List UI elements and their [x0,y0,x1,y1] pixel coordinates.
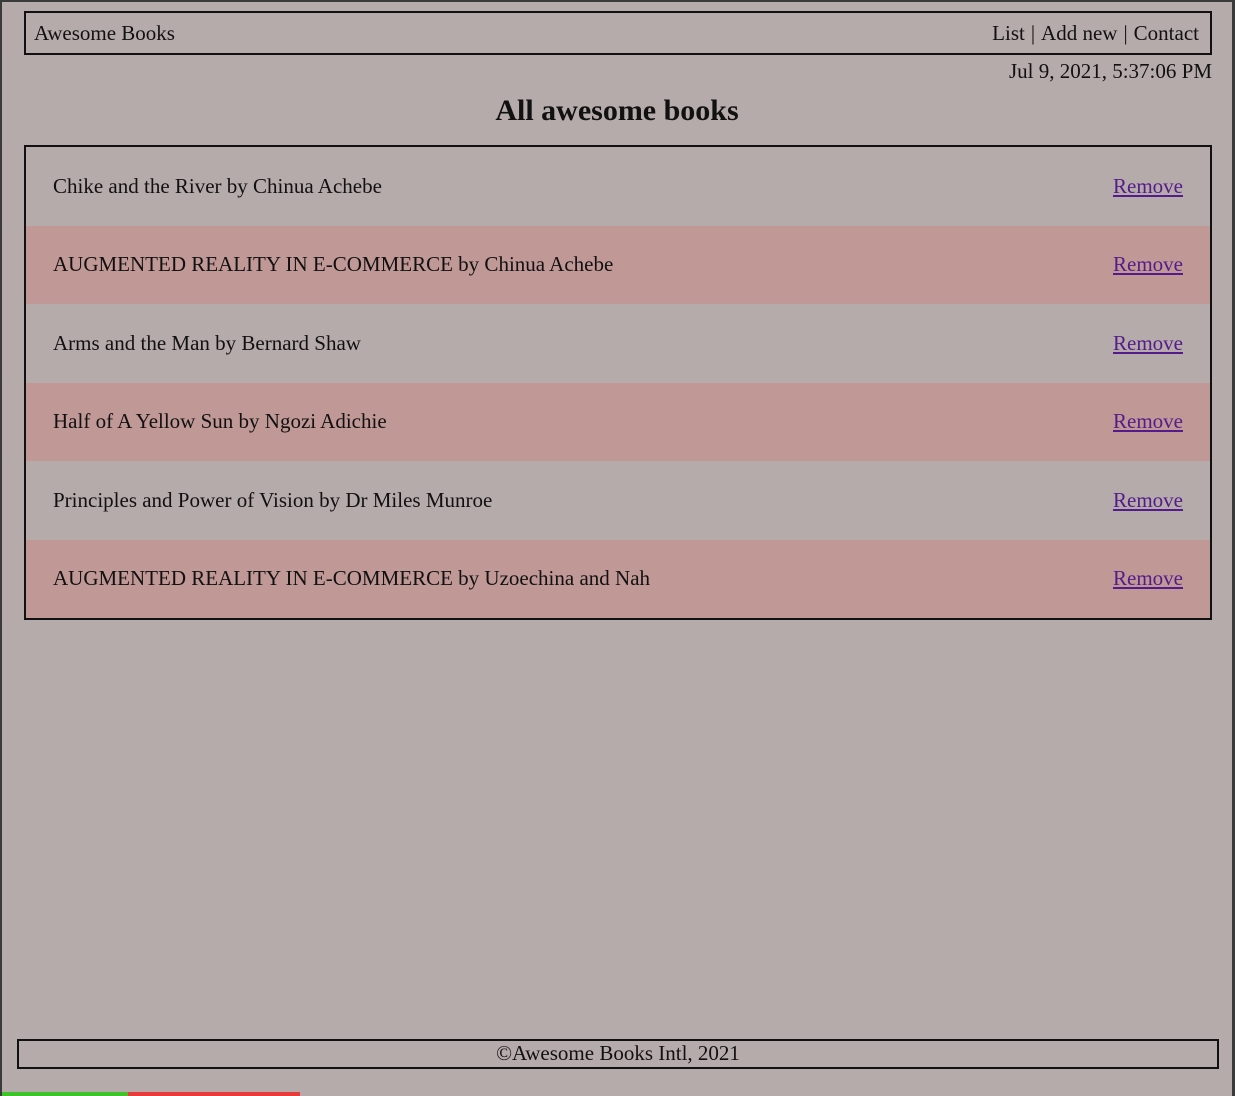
book-item: Chike and the River by Chinua Achebe Rem… [26,147,1210,226]
book-title-author: AUGMENTED REALITY IN E-COMMERCE by Uzoec… [53,566,651,591]
nav-link-list[interactable]: List [992,21,1025,46]
nav-links: List | Add new | Contact [992,21,1199,46]
remove-book-link[interactable]: Remove [1113,566,1183,591]
page-title: All awesome books [495,94,739,127]
book-item: AUGMENTED REALITY IN E-COMMERCE by Chinu… [26,225,1210,304]
remove-book-link[interactable]: Remove [1113,331,1183,356]
nav-link-add-new[interactable]: Add new [1041,21,1117,46]
remove-book-link[interactable]: Remove [1113,488,1183,513]
remove-book-link[interactable]: Remove [1113,409,1183,434]
brand-logo-text: Awesome Books [34,20,175,45]
nav-link-contact[interactable]: Contact [1134,21,1199,46]
remove-book-link[interactable]: Remove [1113,174,1183,199]
book-title-author: Half of A Yellow Sun by Ngozi Adichie [53,409,387,434]
book-title-author: Chike and the River by Chinua Achebe [53,173,382,198]
footer-copyright: ©Awesome Books Intl, 2021 [496,1041,740,1065]
top-navbar: Awesome Books List | Add new | Contact [24,11,1212,55]
book-item: Half of A Yellow Sun by Ngozi Adichie Re… [26,382,1210,461]
current-datetime: Jul 9, 2021, 5:37:06 PM [1008,59,1212,83]
book-item: AUGMENTED REALITY IN E-COMMERCE by Uzoec… [26,539,1210,618]
page-footer: ©Awesome Books Intl, 2021 [17,1039,1219,1069]
nav-separator: | [1123,20,1128,45]
nav-separator: | [1030,20,1036,45]
book-item: Arms and the Man by Bernard Shaw Remove [26,304,1210,383]
remove-book-link[interactable]: Remove [1113,252,1183,277]
book-title-author: Arms and the Man by Bernard Shaw [53,330,361,355]
book-title-author: AUGMENTED REALITY IN E-COMMERCE by Chinu… [53,252,614,277]
book-list: Chike and the River by Chinua Achebe Rem… [24,145,1212,620]
status-bar-red [128,1092,300,1096]
book-title-author: Principles and Power of Vision by Dr Mil… [53,487,493,512]
book-item: Principles and Power of Vision by Dr Mil… [26,461,1210,540]
status-bar-green [2,1092,128,1096]
